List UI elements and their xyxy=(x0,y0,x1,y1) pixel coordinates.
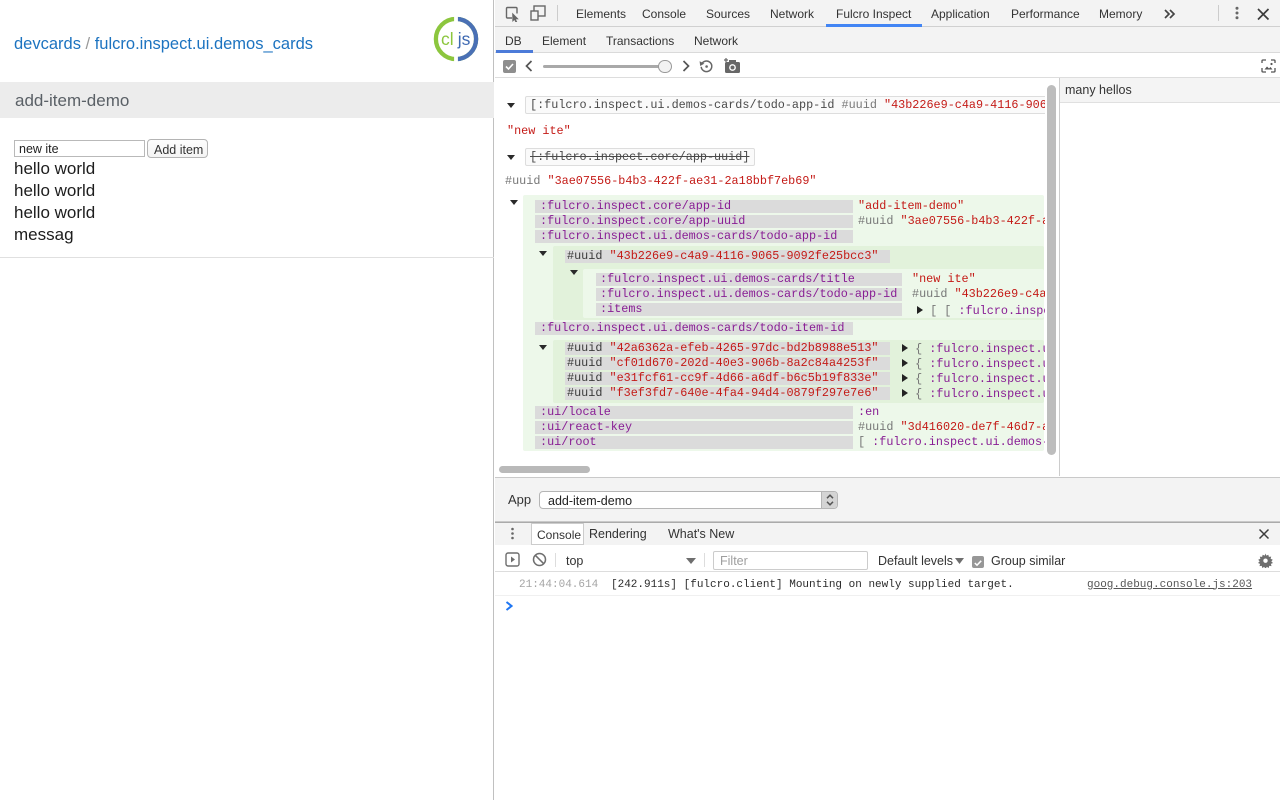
svg-text:js: js xyxy=(456,29,470,49)
svg-text:cl: cl xyxy=(441,29,454,49)
